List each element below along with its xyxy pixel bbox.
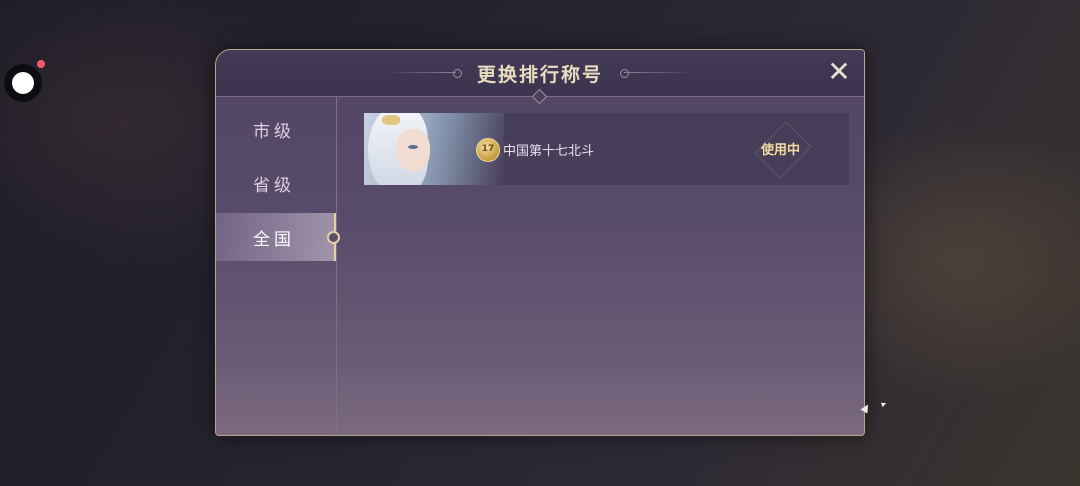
rank-badge-icon: 17 <box>476 138 500 162</box>
rank-title-item[interactable]: 17 中国第十七北斗 使用中 <box>364 113 849 185</box>
hero-face <box>396 129 430 171</box>
title-ornament-right <box>624 72 694 73</box>
screen-record-button[interactable] <box>4 60 45 102</box>
tab-label: 全国 <box>253 229 295 250</box>
recording-indicator-icon <box>37 60 45 68</box>
tab-province[interactable]: 省级 <box>216 159 336 207</box>
hair-ornament <box>382 115 400 125</box>
tab-city[interactable]: 市级 <box>216 105 336 153</box>
sparkle-icon <box>880 400 888 408</box>
change-rank-title-dialog: 更换排行称号 ✕ 市级 省级 全国 17 中国第十七北斗 使用中 <box>215 49 865 436</box>
rank-title-name: 中国第十七北斗 <box>503 144 595 159</box>
ornament-dot-icon <box>620 69 629 78</box>
active-tab-indicator-icon <box>327 231 340 244</box>
hero-eye <box>408 145 418 149</box>
tab-national[interactable]: 全国 <box>216 213 340 261</box>
in-use-status: 使用中 <box>761 143 801 158</box>
region-tab-sidebar: 市级 省级 全国 <box>216 97 340 435</box>
dialog-title: 更换排行称号 <box>476 64 603 86</box>
tab-label: 市级 <box>253 121 295 142</box>
close-icon[interactable]: ✕ <box>826 58 852 86</box>
record-dot-icon <box>12 72 34 94</box>
tab-label: 省级 <box>253 175 295 196</box>
rank-badge-number: 17 <box>481 144 495 154</box>
